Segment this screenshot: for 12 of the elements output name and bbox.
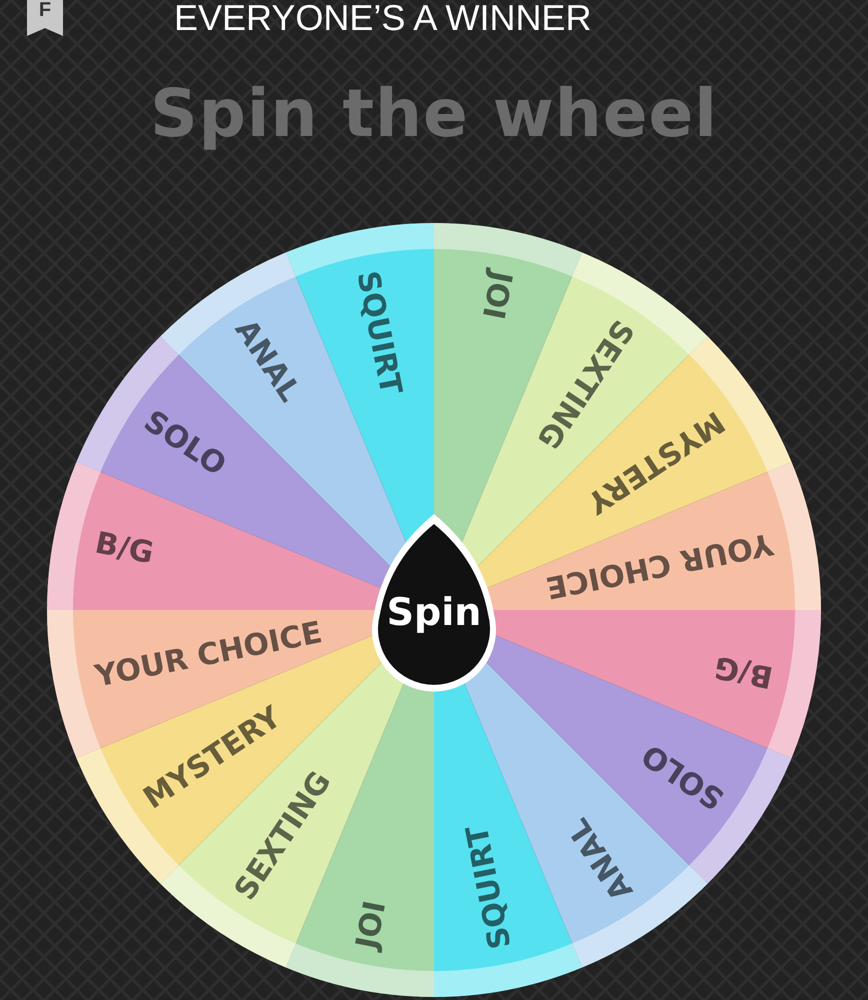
heading: Spin the wheel <box>150 74 718 154</box>
segment-label: YOUR CHOICE <box>92 615 325 694</box>
segment-label: JOI <box>474 268 518 322</box>
segment-label: JOI <box>350 898 394 952</box>
bookmark-badge: F <box>27 0 63 36</box>
segment-label: YOUR CHOICE <box>543 526 776 605</box>
segment-label: SQUIRT <box>460 822 518 952</box>
segment-label: B/G <box>712 648 776 694</box>
spin-button[interactable]: Spin <box>372 514 496 692</box>
segment-label: SQUIRT <box>350 268 408 398</box>
page-title: EVERYONE’S A WINNER <box>174 0 592 36</box>
segment-label: B/G <box>92 526 156 572</box>
